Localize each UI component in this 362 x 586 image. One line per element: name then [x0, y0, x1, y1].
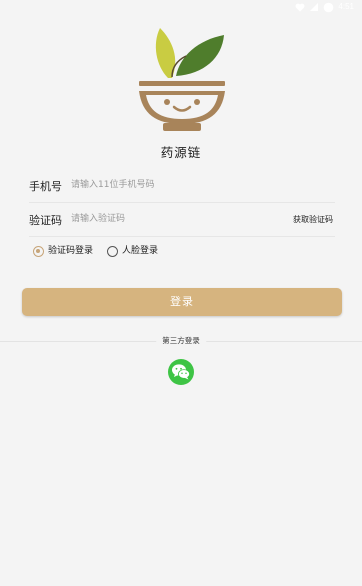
login-button[interactable]: 登录: [22, 288, 342, 316]
wechat-icon: [172, 364, 190, 380]
third-party-label: 第三方登录: [156, 335, 206, 347]
phone-row: 手机号: [29, 170, 335, 203]
signal-icon: [310, 3, 319, 11]
radio-unchecked-icon[interactable]: [107, 245, 118, 257]
wechat-login-button[interactable]: [168, 359, 194, 385]
mode-face-login[interactable]: 人脸登录: [107, 244, 158, 258]
get-code-button[interactable]: 获取验证码: [293, 214, 333, 225]
mode-code-login[interactable]: 验证码登录: [33, 244, 93, 258]
heart-icon: [295, 3, 305, 11]
phone-input[interactable]: [71, 175, 271, 195]
code-row: 验证码 获取验证码: [29, 204, 335, 237]
mode-code-login-label: 验证码登录: [48, 246, 94, 256]
code-label: 验证码: [29, 214, 62, 227]
status-icons: 4:51: [295, 1, 354, 13]
app-name: 药源链: [160, 145, 202, 160]
herb-bowl-logo: [139, 28, 225, 131]
status-time: 4:51: [338, 2, 354, 11]
phone-label: 手机号: [29, 180, 62, 193]
mode-face-login-label: 人脸登录: [122, 246, 159, 256]
radio-checked-icon[interactable]: [33, 245, 44, 257]
code-input[interactable]: [71, 209, 271, 229]
battery-icon: [324, 2, 334, 12]
status-bar: 4:51: [0, 0, 362, 14]
